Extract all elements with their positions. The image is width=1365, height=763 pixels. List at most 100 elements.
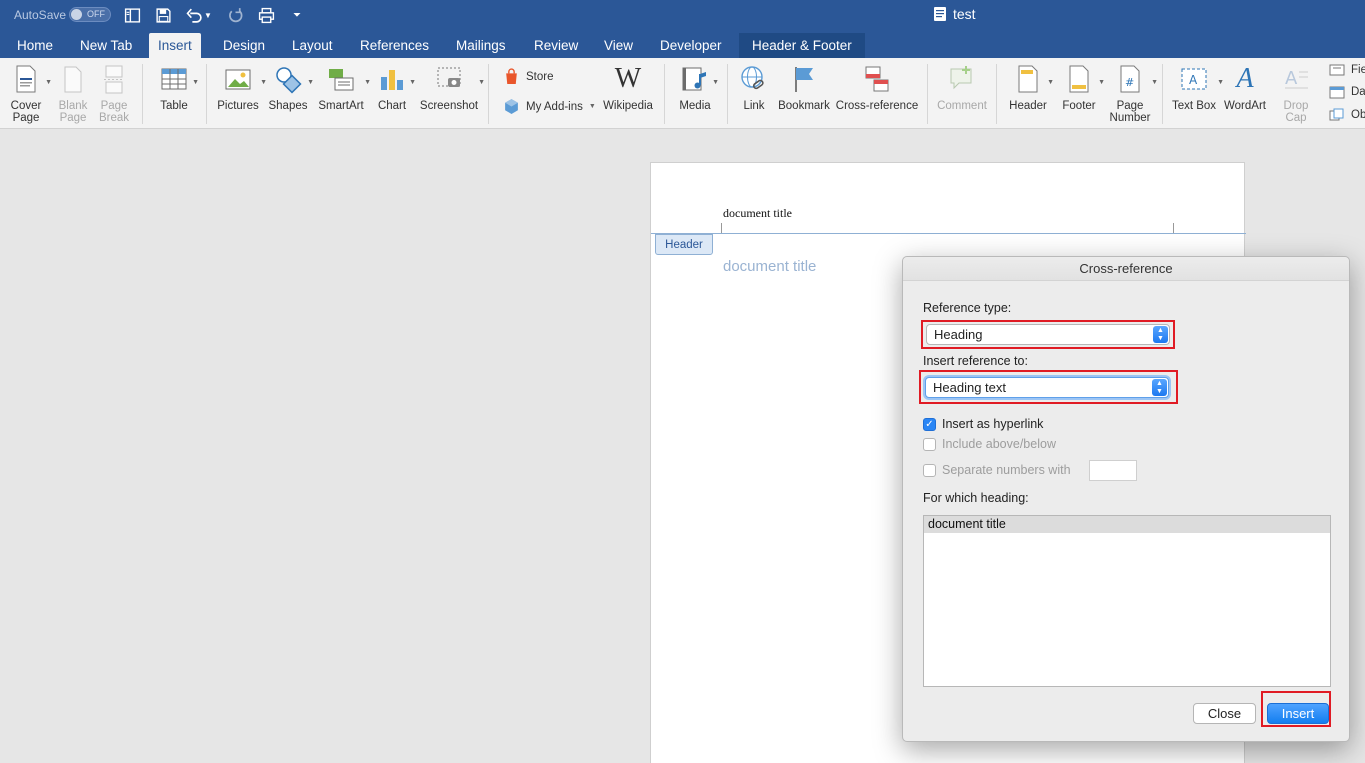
reference-type-select[interactable]: Heading ▲ ▼ bbox=[926, 324, 1170, 345]
blank-page-button[interactable]: Blank Page bbox=[56, 64, 90, 124]
for-which-heading-label: For which heading: bbox=[923, 491, 1029, 505]
link-button[interactable]: Link bbox=[737, 64, 771, 112]
page-number-button[interactable]: # ▼ Page Number bbox=[1108, 64, 1158, 124]
print-icon[interactable] bbox=[256, 5, 276, 25]
my-addins-button[interactable]: My Add-ins ▼ bbox=[503, 98, 596, 115]
tab-references[interactable]: References bbox=[351, 33, 438, 58]
checkbox-icon[interactable] bbox=[923, 463, 936, 477]
checkbox-checked-icon[interactable]: ✓ bbox=[923, 417, 936, 431]
tab-layout[interactable]: Layout bbox=[283, 33, 342, 58]
ribbon-divider bbox=[1162, 64, 1163, 124]
screenshot-button[interactable]: ▼ Screenshot bbox=[419, 64, 485, 112]
tab-view[interactable]: View bbox=[595, 33, 642, 58]
wikipedia-button[interactable]: W Wikipedia bbox=[602, 64, 654, 113]
smartart-label: SmartArt bbox=[318, 100, 364, 112]
undo-icon[interactable] bbox=[184, 5, 204, 25]
chart-label: Chart bbox=[377, 100, 407, 112]
redo-icon[interactable] bbox=[225, 5, 245, 25]
chart-icon: ▼ bbox=[374, 64, 416, 96]
svg-text:A: A bbox=[1285, 68, 1298, 89]
undo-dropdown-icon[interactable]: ▼ bbox=[203, 5, 213, 25]
svg-text:A: A bbox=[1189, 73, 1198, 87]
comment-button[interactable]: Comment bbox=[936, 64, 988, 112]
save-icon[interactable] bbox=[153, 5, 173, 25]
table-icon: ▼ bbox=[155, 64, 199, 96]
text-box-button[interactable]: A ▼ Text Box bbox=[1170, 64, 1224, 112]
wikipedia-label: Wikipedia bbox=[603, 100, 653, 112]
page-break-button[interactable]: Page Break bbox=[97, 64, 131, 124]
insert-reference-value: Heading text bbox=[933, 380, 1006, 395]
tab-developer[interactable]: Developer bbox=[651, 33, 731, 58]
checkbox-icon[interactable] bbox=[923, 437, 936, 451]
svg-text:#: # bbox=[1125, 76, 1134, 89]
cover-page-icon: ▼ bbox=[6, 64, 52, 96]
date-time-button[interactable]: Da bbox=[1329, 85, 1365, 99]
table-button[interactable]: ▼ Table bbox=[155, 64, 199, 112]
header-button[interactable]: ▼ Header bbox=[1008, 64, 1054, 112]
sidebar-toggle-icon[interactable] bbox=[122, 5, 142, 25]
header-text[interactable]: document title bbox=[723, 206, 792, 221]
include-above-below-option[interactable]: Include above/below bbox=[923, 437, 1056, 451]
list-item[interactable]: document title bbox=[924, 516, 1330, 533]
insert-as-hyperlink-option[interactable]: ✓ Insert as hyperlink bbox=[923, 417, 1043, 431]
autosave-state: OFF bbox=[87, 9, 105, 19]
tab-mailings[interactable]: Mailings bbox=[447, 33, 515, 58]
screenshot-label: Screenshot bbox=[419, 100, 479, 112]
margin-mark-left bbox=[721, 223, 722, 233]
link-label: Link bbox=[743, 100, 765, 112]
reference-type-value: Heading bbox=[934, 327, 983, 342]
object-icon bbox=[1329, 108, 1344, 121]
cross-reference-button[interactable]: Cross-reference bbox=[835, 64, 919, 112]
footer-button[interactable]: ▼ Footer bbox=[1059, 64, 1105, 112]
tab-insert[interactable]: Insert bbox=[149, 33, 201, 58]
customize-toolbar-icon[interactable]: ⏷ bbox=[287, 5, 307, 25]
tab-home[interactable]: Home bbox=[8, 33, 62, 58]
screenshot-icon: ▼ bbox=[419, 64, 485, 96]
tab-new-tab[interactable]: New Tab bbox=[71, 33, 141, 58]
media-label: Media bbox=[679, 100, 711, 112]
field-label: Fie bbox=[1351, 64, 1365, 76]
field-button[interactable]: Fie bbox=[1329, 63, 1365, 77]
shapes-button[interactable]: ▼ Shapes bbox=[268, 64, 314, 112]
cross-reference-dialog: Cross-reference Reference type: Heading … bbox=[902, 256, 1350, 742]
tab-header-footer[interactable]: Header & Footer bbox=[739, 33, 865, 58]
blank-page-icon bbox=[56, 64, 90, 96]
insert-button[interactable]: Insert bbox=[1267, 703, 1329, 724]
page-number-label-2: Number bbox=[1109, 112, 1151, 124]
ribbon-insert: ▼ Cover Page Blank Page Page Break ▼ Tab… bbox=[0, 58, 1365, 129]
media-button[interactable]: ▼ Media bbox=[677, 64, 719, 112]
tab-review[interactable]: Review bbox=[525, 33, 587, 58]
select-stepper-icon: ▲ ▼ bbox=[1153, 326, 1168, 343]
tab-design[interactable]: Design bbox=[214, 33, 274, 58]
chart-button[interactable]: ▼ Chart bbox=[374, 64, 416, 112]
ribbon-divider bbox=[727, 64, 728, 124]
autosave-toggle[interactable]: OFF bbox=[69, 7, 111, 22]
body-text[interactable]: document title bbox=[723, 258, 816, 275]
store-button[interactable]: Store bbox=[503, 68, 554, 85]
title-bar: AutoSave OFF ▼ ⏷ test bbox=[0, 0, 1365, 30]
my-addins-label: My Add-ins bbox=[526, 100, 583, 113]
pictures-button[interactable]: ▼ Pictures bbox=[215, 64, 267, 112]
select-stepper-icon: ▲ ▼ bbox=[1152, 379, 1167, 396]
close-button[interactable]: Close bbox=[1193, 703, 1256, 724]
drop-cap-button[interactable]: A Drop Cap bbox=[1278, 64, 1314, 124]
cross-reference-icon bbox=[835, 64, 919, 96]
heading-list[interactable]: document title bbox=[923, 515, 1331, 687]
word-document-icon bbox=[934, 7, 946, 21]
media-icon: ▼ bbox=[677, 64, 719, 96]
dialog-title: Cross-reference bbox=[903, 257, 1349, 281]
wordart-button[interactable]: A WordArt bbox=[1223, 63, 1267, 113]
object-button[interactable]: Ob bbox=[1329, 108, 1365, 122]
ribbon-divider bbox=[206, 64, 207, 124]
reference-type-label: Reference type: bbox=[923, 301, 1012, 315]
insert-reference-select[interactable]: Heading text ▲ ▼ bbox=[925, 377, 1169, 398]
separate-numbers-option[interactable]: Separate numbers with bbox=[923, 463, 1071, 477]
smartart-button[interactable]: ▼ SmartArt bbox=[317, 64, 371, 112]
page-break-label-2: Break bbox=[98, 112, 130, 124]
store-label: Store bbox=[526, 70, 554, 83]
bookmark-button[interactable]: Bookmark bbox=[777, 64, 831, 112]
header-icon: ▼ bbox=[1008, 64, 1054, 96]
wordart-icon: A bbox=[1236, 63, 1254, 94]
separator-field[interactable] bbox=[1089, 460, 1137, 481]
cover-page-button[interactable]: ▼ Cover Page bbox=[6, 64, 52, 124]
